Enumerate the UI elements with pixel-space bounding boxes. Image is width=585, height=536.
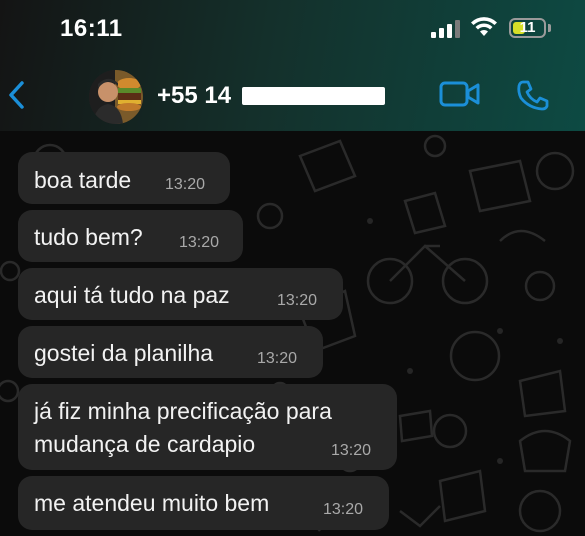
avatar[interactable]	[89, 70, 143, 124]
message-bubble[interactable]: aqui tá tudo na paz 13:20	[18, 268, 343, 320]
message-text: tudo bem?	[34, 224, 143, 250]
message-time: 13:20	[323, 501, 364, 518]
chat-area[interactable]: boa tarde 13:20 tudo bem? 13:20 aqui tá …	[0, 131, 585, 536]
message-text: boa tarde	[34, 167, 132, 193]
message-time: 13:20	[179, 234, 220, 251]
message-bubble[interactable]: tudo bem? 13:20	[18, 210, 243, 262]
avatar-image	[89, 70, 143, 124]
chat-header: 16:11 11 +55 14	[0, 0, 585, 131]
message-bubble[interactable]: já fiz minha precificação para mudança d…	[18, 384, 397, 470]
message-text: me atendeu muito bem	[34, 490, 270, 516]
phone-call-icon[interactable]	[516, 79, 550, 111]
signal-icon	[431, 20, 461, 38]
message-text: gostei da planilha	[34, 340, 214, 366]
message-time: 13:20	[277, 292, 318, 309]
message-bubble[interactable]: gostei da planilha 13:20	[18, 326, 323, 378]
message-text: já fiz minha precificação para	[34, 398, 332, 424]
battery-level: 11	[519, 19, 536, 36]
battery-icon: 11	[509, 18, 546, 38]
chevron-left-icon[interactable]	[6, 80, 28, 110]
wifi-icon	[471, 17, 497, 36]
status-time: 16:11	[60, 15, 123, 42]
message-bubble[interactable]: me atendeu muito bem 13:20	[18, 476, 389, 530]
redaction-bar	[242, 87, 385, 105]
battery-tip	[548, 24, 551, 32]
message-time: 13:20	[331, 442, 372, 459]
message-text: aqui tá tudo na paz	[34, 282, 230, 308]
message-time: 13:20	[165, 176, 206, 193]
video-call-icon[interactable]	[439, 80, 481, 108]
contact-name[interactable]: +55 14	[157, 82, 231, 110]
message-time: 13:20	[257, 350, 298, 367]
message-bubble[interactable]: boa tarde 13:20	[18, 152, 230, 204]
message-text-line-2: mudança de cardapio	[34, 431, 256, 457]
